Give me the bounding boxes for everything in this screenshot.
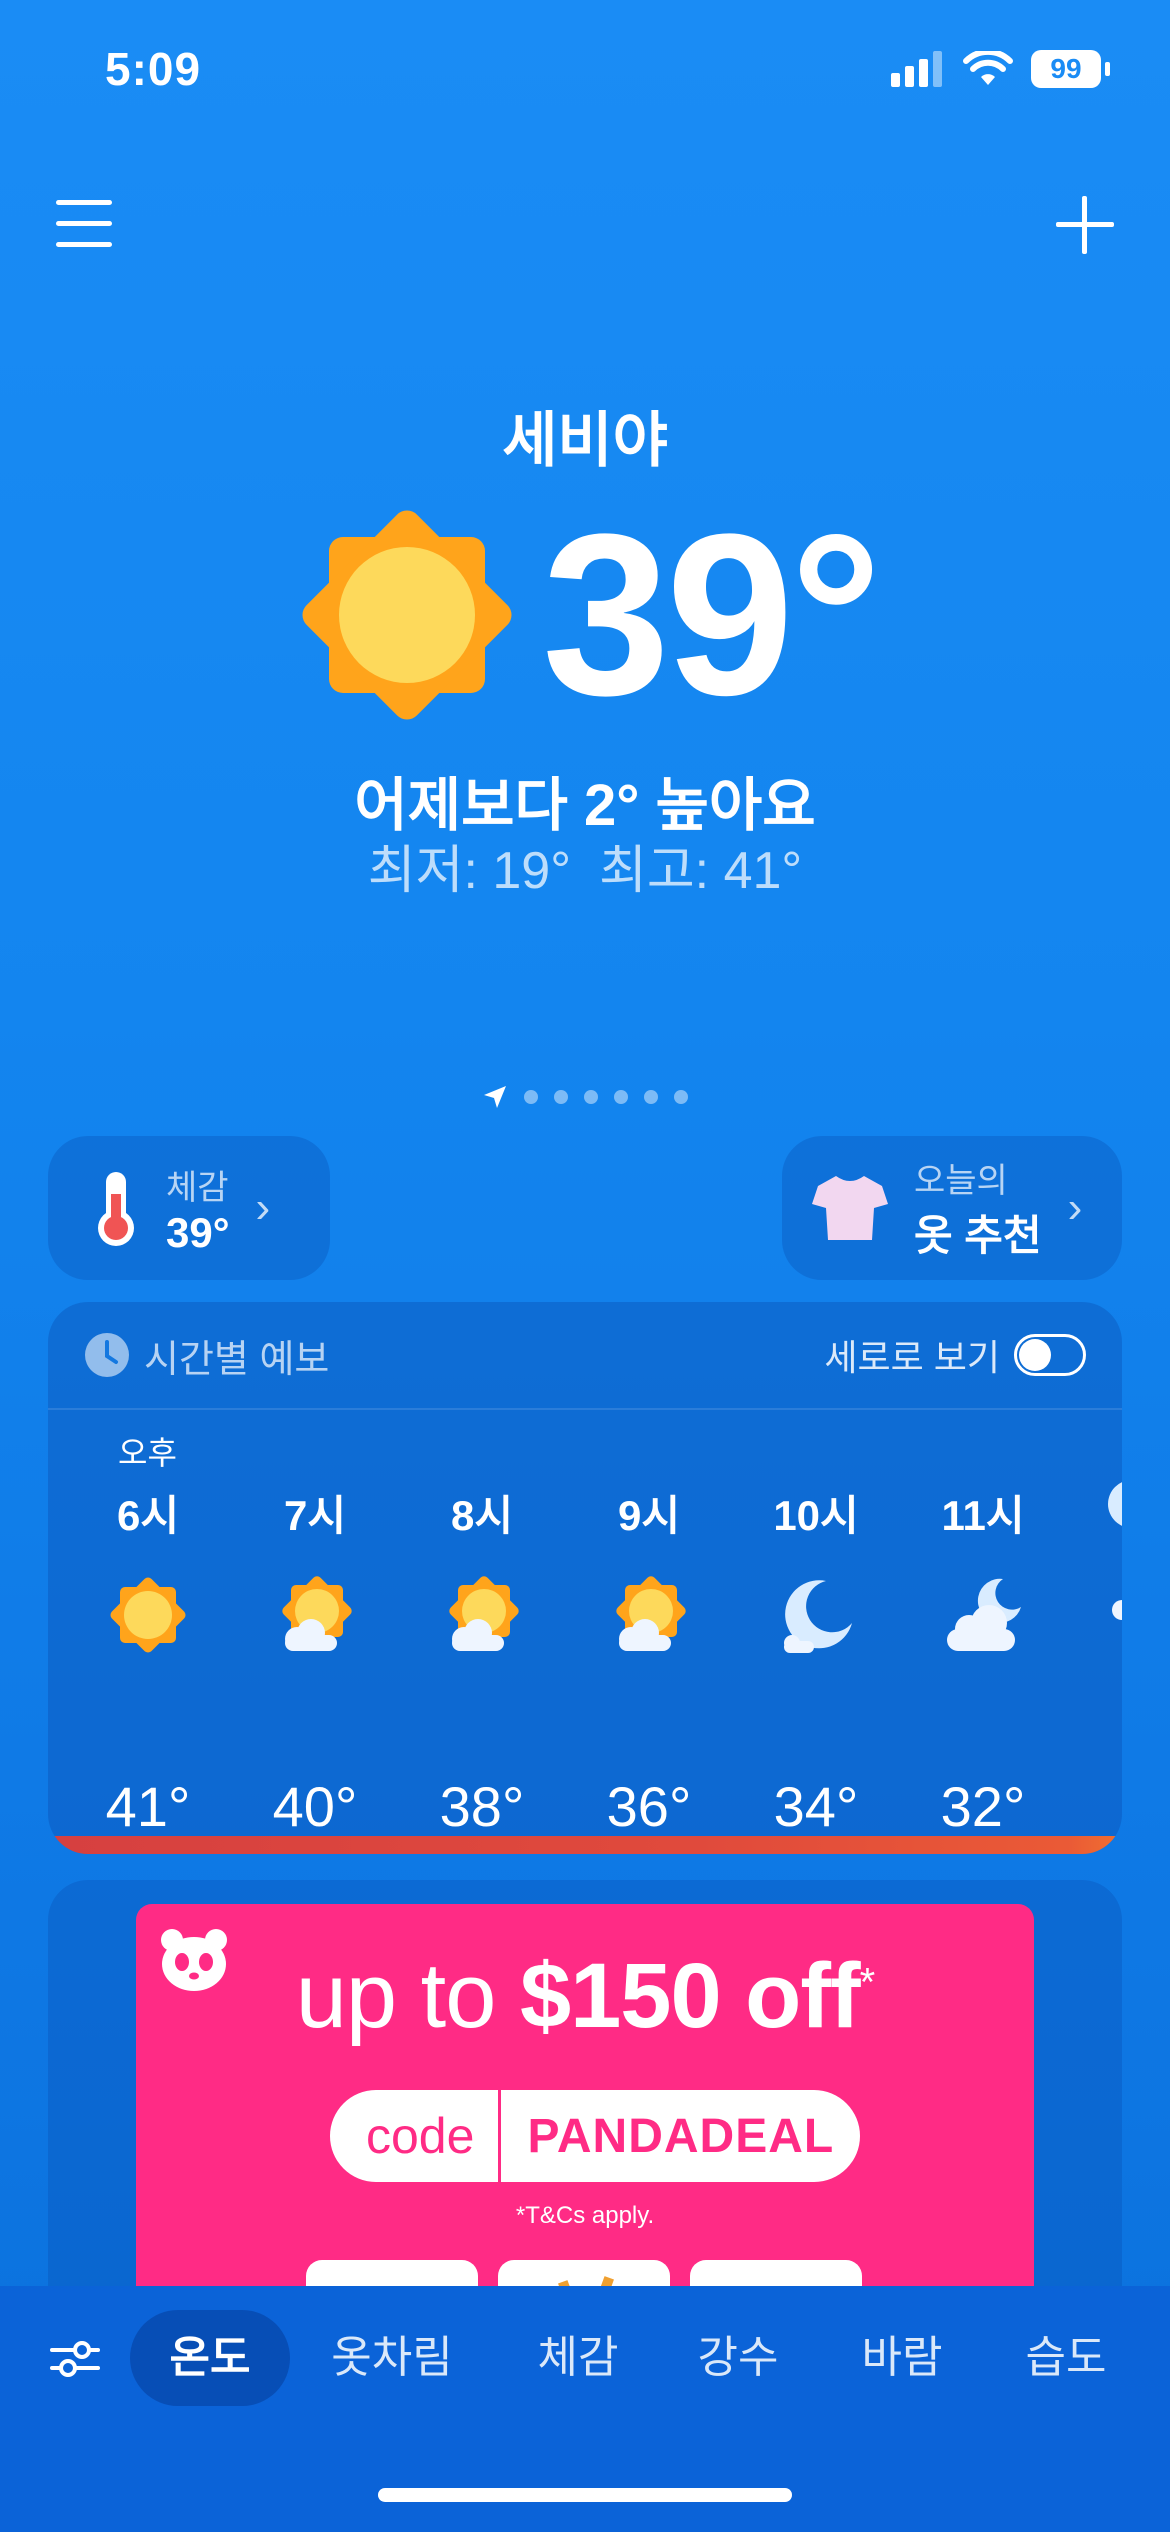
hour-item: 9시 36° [579, 1482, 719, 1839]
high-temp: 최고: 41° [599, 842, 803, 900]
clothes-value: 옷 추천 [914, 1212, 1042, 1259]
page-dot[interactable] [584, 1090, 598, 1104]
tab-humidity[interactable]: 습도 [986, 2310, 1146, 2406]
home-indicator [378, 2488, 792, 2502]
hour-item: 10시 34° [746, 1482, 886, 1839]
status-time: 5:09 [105, 43, 202, 95]
low-temp: 최저: 19° [367, 842, 571, 900]
page-dot[interactable] [614, 1090, 628, 1104]
tab-wind[interactable]: 바람 [822, 2310, 982, 2406]
sliders-icon[interactable] [50, 2336, 100, 2382]
promo-code-value: PANDADEAL [527, 2109, 835, 2163]
ad-banner[interactable]: up to $150 off* code PANDADEAL *T&Cs app… [136, 1904, 1034, 2340]
ad-headline-amount: $150 off [519, 1945, 861, 2047]
current-weather: 39° [0, 500, 1170, 730]
feels-like-button[interactable]: 체감 39° › [48, 1136, 330, 1280]
clock-icon [85, 1333, 129, 1377]
period-label: 오후 [118, 1435, 177, 1471]
ad-terms: *T&Cs apply. [515, 2202, 655, 2229]
menu-icon[interactable] [56, 200, 112, 247]
sun-cloud-icon [616, 1576, 686, 1651]
hourly-title: 시간별 예보 [144, 1338, 330, 1381]
page-indicator[interactable] [0, 1084, 1170, 1110]
tshirt-icon [812, 1176, 888, 1240]
moon-icon [784, 1580, 852, 1653]
hour-time: 9시 [618, 1492, 680, 1539]
tab-precipitation[interactable]: 강수 [658, 2310, 818, 2406]
sun-icon [302, 510, 512, 720]
page-dot[interactable] [554, 1090, 568, 1104]
clothes-label: 오늘의 [914, 1162, 1008, 1200]
tab-clothing[interactable]: 옷차림 [312, 2310, 472, 2406]
hour-time: 8시 [451, 1492, 513, 1539]
clothes-recommendation-button[interactable]: 오늘의 옷 추천 › [782, 1136, 1122, 1280]
chevron-right-icon: › [1067, 1183, 1083, 1232]
ad-card: up to $150 off* code PANDADEAL *T&Cs app… [48, 1880, 1122, 2340]
sun-cloud-icon [449, 1576, 519, 1651]
ad-headline: up to $150 off* [136, 1944, 1034, 2049]
feels-like-value: 39° [166, 1208, 230, 1256]
battery-indicator: 99 [1031, 50, 1101, 88]
add-location-button[interactable] [1056, 196, 1114, 254]
wifi-icon [963, 51, 1013, 85]
promo-code-badge: code PANDADEAL [330, 2090, 861, 2182]
hour-item: 6시 41° [78, 1482, 218, 1839]
hour-temp: 34° [773, 1775, 859, 1838]
hour-item: 7시 40° [245, 1482, 385, 1839]
hour-temp: 41° [105, 1775, 191, 1838]
hour-time: 6시 [117, 1492, 179, 1539]
vertical-view-label: 세로로 보기 [824, 1337, 1000, 1378]
ad-headline-pre: up to [295, 1945, 520, 2047]
feels-like-label: 체감 [166, 1168, 229, 1207]
hour-time: 10시 [773, 1492, 859, 1539]
hour-time: 11시 [941, 1492, 1025, 1539]
hour-item: 11시 32° [913, 1482, 1053, 1839]
tab-feels-like[interactable]: 체감 [498, 2310, 658, 2406]
ad-headline-star: * [859, 1960, 876, 2005]
moon-cloud-icon [947, 1578, 1021, 1651]
hourly-header: 시간별 예보 세로로 보기 [48, 1302, 1122, 1410]
page-dot[interactable] [674, 1090, 688, 1104]
city-name: 세비야 [502, 407, 668, 474]
chevron-right-icon: › [255, 1183, 271, 1232]
thermometer-icon [98, 1172, 134, 1246]
metric-tabs: 온도 옷차림 체감 강수 바람 습도 [0, 2310, 1170, 2406]
sun-icon [110, 1577, 186, 1653]
hourly-forecast-card: 시간별 예보 세로로 보기 오후 6시 41° 7시 40° 8시 38° 9시… [48, 1302, 1122, 1854]
hour-time: 7시 [284, 1492, 346, 1539]
current-temperature: 39° [542, 486, 882, 743]
battery-tip [1105, 62, 1110, 76]
location-arrow-icon [484, 1086, 506, 1108]
hour-temp: 40° [272, 1775, 358, 1838]
page-dot[interactable] [644, 1090, 658, 1104]
hour-temp: 38° [439, 1775, 525, 1838]
hour-temp: 32° [940, 1775, 1026, 1838]
hour-item: 8시 38° [412, 1482, 552, 1839]
min-max-temp: 최저: 19° 최고: 41° [0, 828, 1170, 903]
moon-partial-icon [1108, 1482, 1122, 1620]
hour-temp: 36° [606, 1775, 692, 1838]
next-hour-partial [1102, 1482, 1122, 1647]
tab-temperature[interactable]: 온도 [130, 2310, 290, 2406]
status-icons: 99 [891, 50, 1110, 88]
signal-icon [891, 51, 942, 87]
sun-cloud-icon [282, 1576, 352, 1651]
temperature-heat-bar [48, 1836, 1122, 1854]
promo-code-label: code [366, 2108, 475, 2164]
vertical-view-toggle[interactable] [1014, 1334, 1086, 1376]
page-dot[interactable] [524, 1090, 538, 1104]
